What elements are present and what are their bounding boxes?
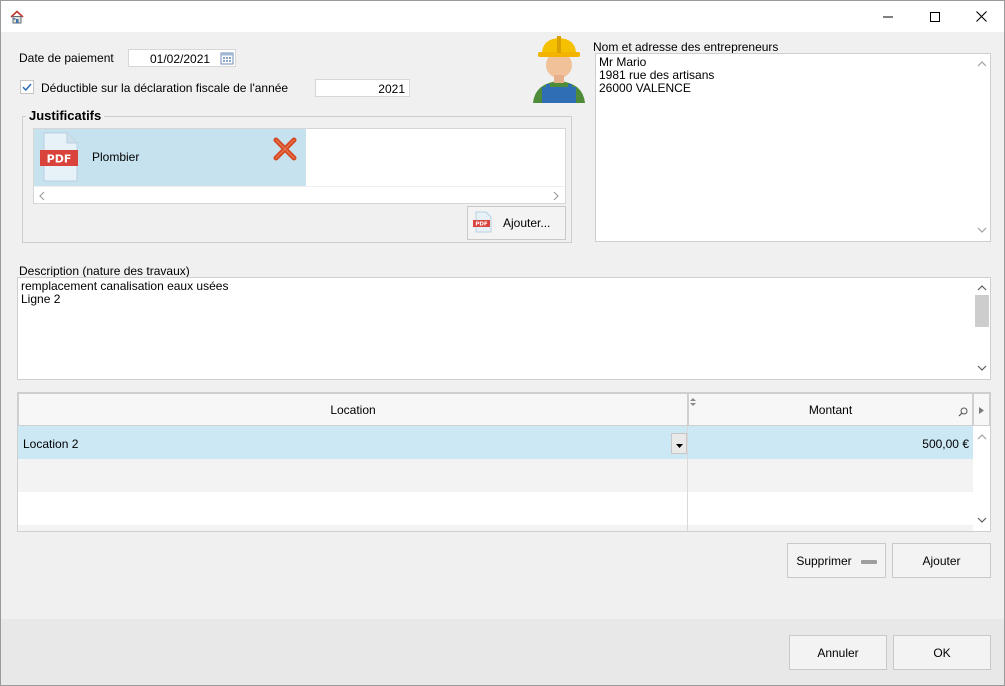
minus-icon <box>860 554 877 568</box>
search-icon[interactable] <box>958 406 968 420</box>
deductible-checkbox[interactable] <box>20 80 34 94</box>
payment-date-label: Date de paiement <box>19 51 114 65</box>
delete-attachment-icon[interactable] <box>273 137 297 164</box>
delete-row-label: Supprimer <box>796 553 852 568</box>
add-attachment-button[interactable]: PDF Ajouter... <box>467 206 566 240</box>
scroll-down-icon[interactable] <box>977 362 987 375</box>
construction-worker-icon <box>529 31 589 106</box>
contractor-label: Nom et adresse des entrepreneurs <box>593 40 779 54</box>
table-row[interactable]: Location 2 500,00 € <box>18 426 973 459</box>
tax-year-field[interactable]: 2021 <box>315 79 410 97</box>
payment-date-value: 01/02/2021 <box>150 52 211 66</box>
attachments-hscrollbar[interactable] <box>34 186 565 203</box>
column-header-label: Location <box>330 402 376 417</box>
description-line: remplacement canalisation eaux usées <box>21 279 229 293</box>
scroll-up-icon[interactable] <box>977 430 987 444</box>
caret-right-icon <box>979 403 984 417</box>
contractor-textarea[interactable]: Mr Mario 1981 rue des artisans 26000 VAL… <box>595 53 991 242</box>
column-chooser-button[interactable] <box>973 393 990 426</box>
table-row-empty[interactable] <box>18 459 973 492</box>
location-grid: Location Montant Location 2 500,00 € <box>17 392 991 532</box>
column-header-label: Montant <box>808 402 853 417</box>
column-divider <box>687 426 688 531</box>
ok-label: OK <box>933 645 951 660</box>
title-bar <box>1 1 1004 32</box>
calendar-icon[interactable] <box>220 51 234 66</box>
add-row-label: Ajouter <box>922 553 961 568</box>
scroll-thumb[interactable] <box>975 295 989 327</box>
tax-year-value: 2021 <box>378 82 405 96</box>
cancel-label: Annuler <box>817 645 859 660</box>
location-dropdown-button[interactable] <box>671 433 687 454</box>
contractor-scrollbar[interactable] <box>973 54 990 241</box>
pdf-file-icon: PDF <box>40 132 80 185</box>
cancel-button[interactable]: Annuler <box>789 635 887 670</box>
scroll-down-icon[interactable] <box>977 224 987 237</box>
grid-vscrollbar[interactable] <box>973 426 990 531</box>
maximize-icon <box>930 11 940 22</box>
scroll-up-icon[interactable] <box>977 58 987 71</box>
description-line: Ligne 2 <box>21 292 61 306</box>
location-cell: Location 2 <box>23 437 79 451</box>
svg-text:PDF: PDF <box>47 153 72 166</box>
scroll-right-icon[interactable] <box>552 190 560 204</box>
deductible-label: Déductible sur la déclaration fiscale de… <box>41 81 289 95</box>
close-button[interactable] <box>958 1 1004 32</box>
ok-button[interactable]: OK <box>893 635 991 670</box>
delete-row-button[interactable]: Supprimer <box>787 543 886 578</box>
scroll-left-icon[interactable] <box>38 190 46 204</box>
minimize-icon <box>883 12 893 22</box>
chevron-down-icon <box>675 437 683 451</box>
description-textarea[interactable]: remplacement canalisation eaux usées Lig… <box>17 277 991 380</box>
payment-date-field[interactable]: 01/02/2021 <box>128 49 236 67</box>
attachment-item[interactable]: PDF Plombier <box>34 129 306 186</box>
add-row-button[interactable]: Ajouter <box>892 543 991 578</box>
scroll-down-icon[interactable] <box>977 513 987 527</box>
attachments-list[interactable]: PDF Plombier <box>33 128 566 204</box>
table-row-empty[interactable] <box>18 492 973 525</box>
description-label: Description (nature des travaux) <box>19 264 190 278</box>
add-attachment-label: Ajouter... <box>503 216 551 230</box>
justificatifs-legend: Justificatifs <box>26 108 105 123</box>
close-icon <box>975 11 987 22</box>
pdf-add-icon: PDF <box>473 211 493 236</box>
scroll-up-icon[interactable] <box>977 282 987 295</box>
amount-cell: 500,00 € <box>922 437 969 451</box>
minimize-button[interactable] <box>865 1 911 32</box>
svg-text:PDF: PDF <box>475 221 488 227</box>
contractor-line: 26000 VALENCE <box>599 81 691 95</box>
attachment-name: Plombier <box>92 150 140 164</box>
maximize-button[interactable] <box>912 1 958 32</box>
column-header-location[interactable]: Location <box>18 393 688 426</box>
table-row-empty[interactable] <box>18 525 973 531</box>
column-header-amount[interactable]: Montant <box>688 393 973 426</box>
description-scrollbar[interactable] <box>973 278 990 379</box>
dialog-window: Date de paiement 01/02/2021 Déductible s… <box>0 0 1005 686</box>
house-icon <box>9 9 25 25</box>
sort-icon[interactable] <box>690 395 696 409</box>
